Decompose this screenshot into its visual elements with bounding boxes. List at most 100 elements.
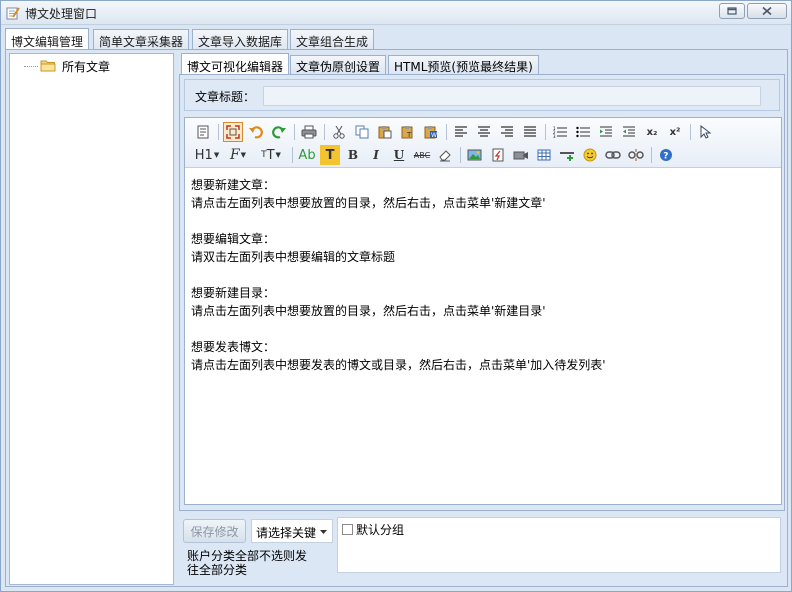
toolbar-separator: [294, 124, 295, 140]
heading-dropdown[interactable]: H1 ▼: [193, 145, 221, 165]
toolbar-row-2: H1 ▼ F ▼ T T ▼ Ab T B I U ABC ?: [193, 144, 679, 166]
svg-text:?: ?: [663, 152, 668, 162]
highlight-color-icon[interactable]: T: [320, 145, 340, 165]
align-justify-icon[interactable]: [520, 122, 540, 142]
font-label: F: [229, 147, 240, 163]
font-color-icon[interactable]: Ab: [297, 145, 317, 165]
select-cursor-icon[interactable]: [695, 122, 715, 142]
toolbar-separator: [460, 147, 461, 163]
chevron-down-icon: ▼: [213, 151, 220, 159]
toolbar-separator: [324, 124, 325, 140]
chevron-down-icon: ▼: [240, 151, 247, 159]
chevron-down-icon: ▼: [275, 151, 281, 159]
tab-import-database[interactable]: 文章导入数据库: [192, 29, 289, 50]
fullscreen-icon[interactable]: [223, 122, 243, 142]
source-code-icon[interactable]: [193, 122, 213, 142]
tab-visual-editor[interactable]: 博文可视化编辑器: [181, 53, 290, 75]
cut-icon[interactable]: [329, 122, 349, 142]
fontsize-label: T: [266, 147, 275, 163]
category-list: 默认分组: [337, 517, 781, 573]
eraser-icon[interactable]: [435, 145, 455, 165]
copy-icon[interactable]: [352, 122, 372, 142]
insert-hr-icon[interactable]: [557, 145, 577, 165]
insert-flash-icon[interactable]: [488, 145, 508, 165]
emoticon-icon[interactable]: [580, 145, 600, 165]
window-title: 博文处理窗口: [25, 7, 98, 21]
title-bar: 博文处理窗口: [1, 1, 791, 25]
strikethrough-icon[interactable]: ABC: [412, 145, 432, 165]
editor-panel: 文章标题： T W 1 2 3 x₂ x² H1 ▼ F ▼ T T ▼ Ab …: [179, 74, 785, 511]
link-icon[interactable]: [603, 145, 623, 165]
insert-table-icon[interactable]: [534, 145, 554, 165]
default-group-label: 默认分组: [356, 523, 405, 537]
ordered-list-icon[interactable]: 123: [550, 122, 570, 142]
tree-label: 所有文章: [62, 60, 111, 74]
toolbar-separator: [690, 124, 691, 140]
help-icon[interactable]: ?: [656, 145, 676, 165]
bold-icon[interactable]: B: [343, 145, 363, 165]
editor-area: 博文可视化编辑器 文章伪原创设置 HTML预览(预览最终结果) 文章标题： T …: [179, 53, 785, 585]
subscript-icon[interactable]: x₂: [642, 122, 662, 142]
app-window: 博文处理窗口 博文编辑管理 简单文章采集器 文章导入数据库 文章组合生成 所有文…: [0, 0, 792, 592]
close-icon: [762, 6, 772, 16]
superscript-icon[interactable]: x²: [665, 122, 685, 142]
content-blank-line: [191, 266, 775, 284]
content-line: 请点击左面列表中想要发表的博文或目录，然后右击，点击菜单'加入待发列表': [191, 358, 606, 372]
toolbar-separator: [218, 124, 219, 140]
align-right-icon[interactable]: [497, 122, 517, 142]
font-size-dropdown[interactable]: T T ▼: [255, 145, 287, 165]
keyword-select[interactable]: 请选择关键: [251, 519, 333, 543]
save-button[interactable]: 保存修改: [183, 519, 246, 543]
category-hint: 账户分类全部不选则发往全部分类: [187, 549, 308, 577]
article-title-input[interactable]: [263, 86, 761, 106]
folder-icon: [40, 60, 56, 72]
toolbar-separator: [545, 124, 546, 140]
content-line: 想要新建目录：: [191, 286, 276, 300]
toolbar-separator: [651, 147, 652, 163]
paste-word-icon[interactable]: W: [421, 122, 441, 142]
italic-icon[interactable]: I: [366, 145, 386, 165]
tab-html-preview[interactable]: HTML预览(预览最终结果): [388, 55, 539, 74]
print-icon[interactable]: [299, 122, 319, 142]
align-left-icon[interactable]: [451, 122, 471, 142]
default-group-checkbox[interactable]: [342, 524, 353, 535]
editor-content[interactable]: 想要新建文章： 请点击左面列表中想要放置的目录，然后右击，点击菜单'新建文章' …: [185, 169, 781, 504]
redo-icon[interactable]: [269, 122, 289, 142]
tab-article-combine[interactable]: 文章组合生成: [290, 29, 375, 50]
close-button[interactable]: [747, 3, 787, 19]
align-center-icon[interactable]: [474, 122, 494, 142]
tab-article-collector[interactable]: 简单文章采集器: [93, 29, 190, 50]
editor-toolbar: T W 1 2 3 x₂ x² H1 ▼ F ▼ T T ▼ Ab T B I …: [185, 118, 781, 168]
toolbar-separator: [292, 147, 293, 163]
content-line: 请双击左面列表中想要编辑的文章标题: [191, 250, 396, 264]
tree-connector: [24, 66, 38, 67]
chevron-down-icon: [320, 530, 327, 534]
indent-icon[interactable]: [596, 122, 616, 142]
heading-label: H1: [194, 147, 213, 163]
font-family-dropdown[interactable]: F ▼: [224, 145, 252, 165]
content-blank-line: [191, 212, 775, 230]
unlink-icon[interactable]: [626, 145, 646, 165]
svg-text:W: W: [431, 132, 437, 139]
keyword-select-value: 请选择关键: [256, 526, 317, 540]
undo-icon[interactable]: [246, 122, 266, 142]
tab-content: 所有文章 博文可视化编辑器 文章伪原创设置 HTML预览(预览最终结果) 文章标…: [5, 49, 788, 587]
article-tree[interactable]: 所有文章: [9, 53, 174, 585]
title-row: 文章标题：: [184, 79, 780, 111]
svg-text:T: T: [406, 131, 412, 139]
restore-button[interactable]: [719, 3, 745, 19]
rich-text-editor: T W 1 2 3 x₂ x² H1 ▼ F ▼ T T ▼ Ab T B I …: [184, 117, 782, 505]
paste-icon[interactable]: [375, 122, 395, 142]
toolbar-row-1: T W 1 2 3 x₂ x²: [193, 121, 718, 143]
content-line: 请点击左面列表中想要放置的目录，然后右击，点击菜单'新建文章': [191, 196, 546, 210]
tab-pseudo-original[interactable]: 文章伪原创设置: [290, 55, 387, 74]
content-line: 请点击左面列表中想要放置的目录，然后右击，点击菜单'新建目录': [191, 304, 546, 318]
insert-media-icon[interactable]: [511, 145, 531, 165]
insert-image-icon[interactable]: [465, 145, 485, 165]
underline-icon[interactable]: U: [389, 145, 409, 165]
tab-blog-edit[interactable]: 博文编辑管理: [5, 28, 90, 50]
outdent-icon[interactable]: [619, 122, 639, 142]
paste-text-icon[interactable]: T: [398, 122, 418, 142]
notepad-pencil-icon: [6, 7, 20, 20]
unordered-list-icon[interactable]: [573, 122, 593, 142]
